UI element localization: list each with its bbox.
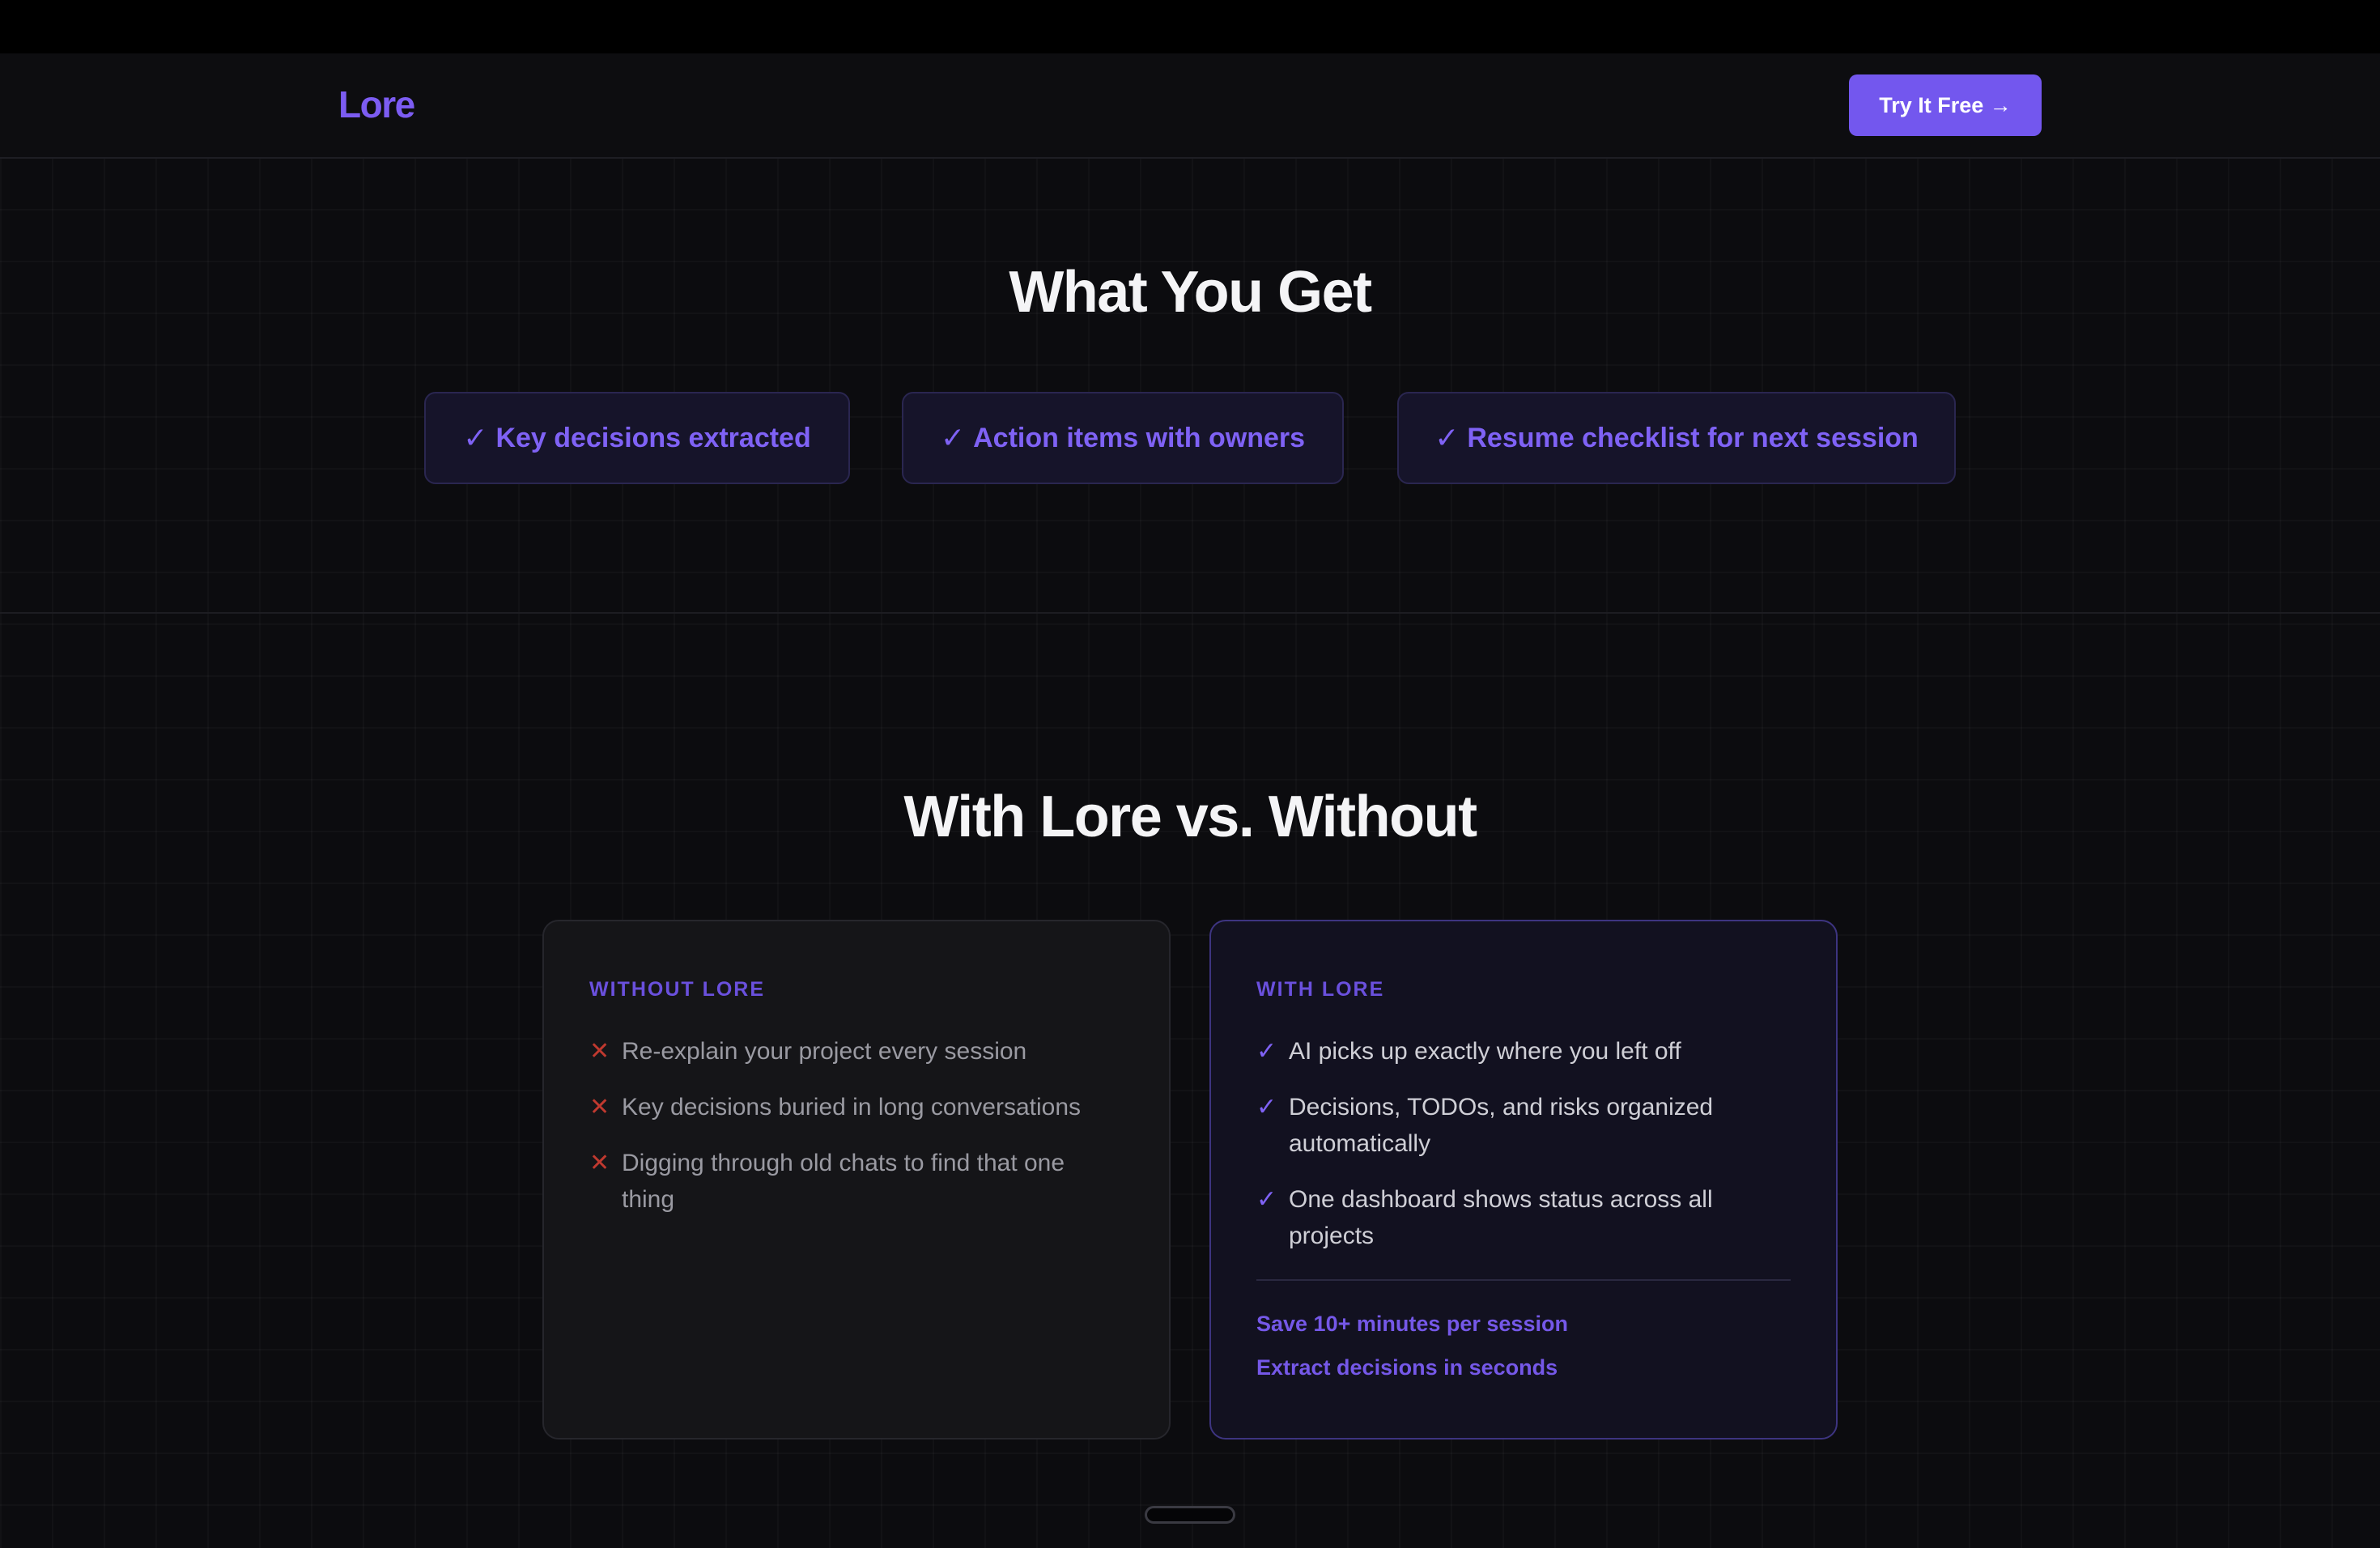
check-icon: ✓: [1256, 1038, 1277, 1065]
without-lore-heading: WITHOUT LORE: [589, 978, 766, 1001]
with-lore-list: ✓ AI picks up exactly where you left off…: [1256, 1033, 1791, 1274]
x-icon: ✕: [589, 1150, 610, 1176]
what-you-get-section: What You Get ✓ Key decisions extracted ✓…: [0, 159, 2380, 614]
with-lore-heading: WITH LORE: [1256, 978, 1385, 1001]
x-icon: ✕: [589, 1094, 610, 1121]
feature-pill-label: Action items with owners: [973, 422, 1306, 453]
feature-pill-action-items: ✓ Action items with owners: [902, 392, 1344, 484]
list-item: ✕ Key decisions buried in long conversat…: [589, 1089, 1124, 1125]
what-you-get-title: What You Get: [1009, 260, 1372, 325]
feature-pill-decisions: ✓ Key decisions extracted: [424, 392, 850, 484]
list-item: ✕ Re-explain your project every session: [589, 1033, 1124, 1070]
browser-top-bar: [0, 0, 2380, 53]
with-lore-card: WITH LORE ✓ AI picks up exactly where yo…: [1209, 920, 1838, 1440]
list-item-text: Decisions, TODOs, and risks organized au…: [1289, 1094, 1714, 1157]
without-lore-card: WITHOUT LORE ✕ Re-explain your project e…: [542, 920, 1171, 1440]
navbar: Lore Try It Free →: [0, 53, 2380, 159]
check-icon: ✓: [1434, 421, 1460, 454]
without-lore-list: ✕ Re-explain your project every session …: [589, 1033, 1124, 1237]
list-item-text: AI picks up exactly where you left off: [1289, 1038, 1681, 1065]
list-item: ✓ Decisions, TODOs, and risks organized …: [1256, 1089, 1791, 1162]
list-item-text: Re-explain your project every session: [622, 1038, 1027, 1065]
feature-pill-label: Key decisions extracted: [495, 422, 811, 453]
check-icon: ✓: [1256, 1094, 1277, 1121]
check-icon: ✓: [940, 421, 966, 454]
list-item: ✓ One dashboard shows status across all …: [1256, 1181, 1791, 1254]
scroll-indicator[interactable]: [1145, 1506, 1235, 1524]
feature-pill-resume-checklist: ✓ Resume checklist for next session: [1397, 392, 1956, 484]
stat-time-saved: Save 10+ minutes per session: [1256, 1312, 1568, 1336]
list-item-text: One dashboard shows status across all pr…: [1289, 1186, 1713, 1249]
feature-pill-label: Resume checklist for next session: [1467, 422, 1919, 453]
list-item-text: Digging through old chats to find that o…: [622, 1150, 1065, 1213]
check-icon: ✓: [463, 421, 488, 454]
list-item: ✓ AI picks up exactly where you left off: [1256, 1033, 1791, 1070]
list-item-text: Key decisions buried in long conversatio…: [622, 1094, 1081, 1121]
logo[interactable]: Lore: [338, 83, 415, 126]
x-icon: ✕: [589, 1038, 610, 1065]
stat-extraction-speed: Extract decisions in seconds: [1256, 1355, 1558, 1380]
comparison-title: With Lore vs. Without: [903, 785, 1477, 849]
try-it-free-button[interactable]: Try It Free →: [1849, 74, 2042, 136]
check-icon: ✓: [1256, 1186, 1277, 1213]
list-item: ✕ Digging through old chats to find that…: [589, 1145, 1124, 1218]
divider: [1256, 1279, 1791, 1281]
